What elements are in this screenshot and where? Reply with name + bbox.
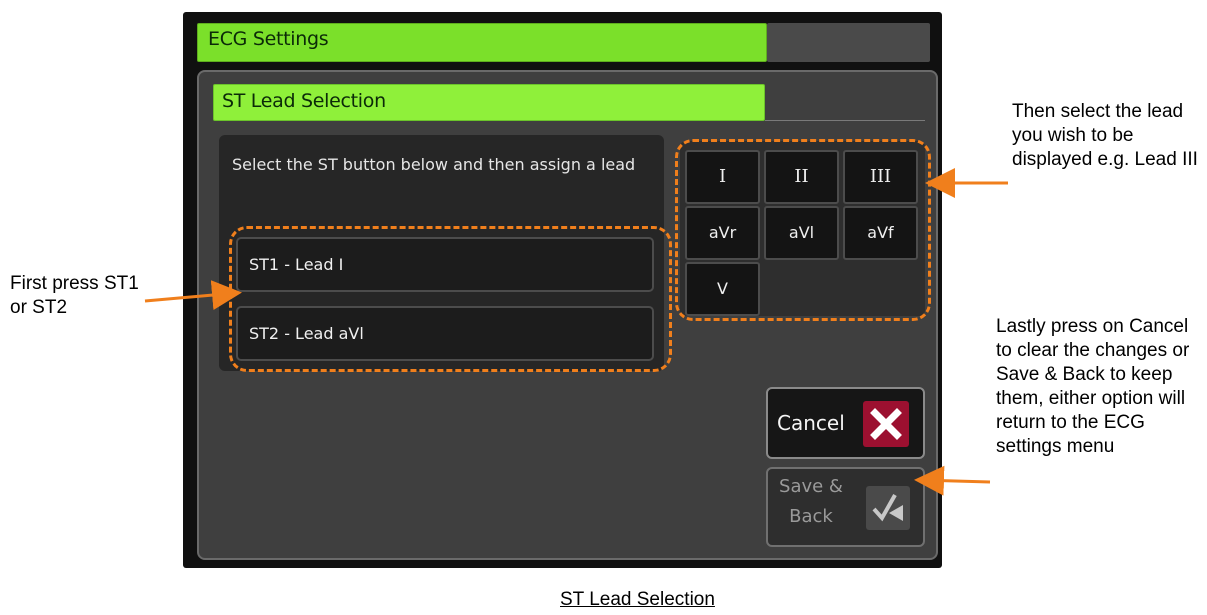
close-icon: [863, 401, 909, 447]
instruction-text: Select the ST button below and then assi…: [232, 155, 636, 174]
panel-title: ST Lead Selection: [222, 90, 386, 112]
lead-grid-callout: [675, 139, 931, 321]
title-bar-filler: [767, 23, 930, 62]
note-cancel-or-save: Lastly press on Cancel to clear the chan…: [996, 316, 1190, 457]
save-back-button-label: Save & Back: [771, 472, 851, 532]
window-title: ECG Settings: [208, 28, 329, 50]
cancel-button-label: Cancel: [777, 411, 845, 435]
check-back-icon: [866, 486, 910, 530]
title-divider: [765, 120, 925, 121]
note-first-press: First press ST1 or ST2: [10, 273, 139, 318]
st-buttons-callout: [229, 226, 672, 372]
save-label-line1: Save &: [779, 476, 843, 497]
figure-caption: ST Lead Selection: [560, 589, 715, 610]
save-label-line2: Back: [789, 506, 833, 527]
note-select-lead: Then select the lead you wish to be disp…: [1012, 101, 1198, 170]
